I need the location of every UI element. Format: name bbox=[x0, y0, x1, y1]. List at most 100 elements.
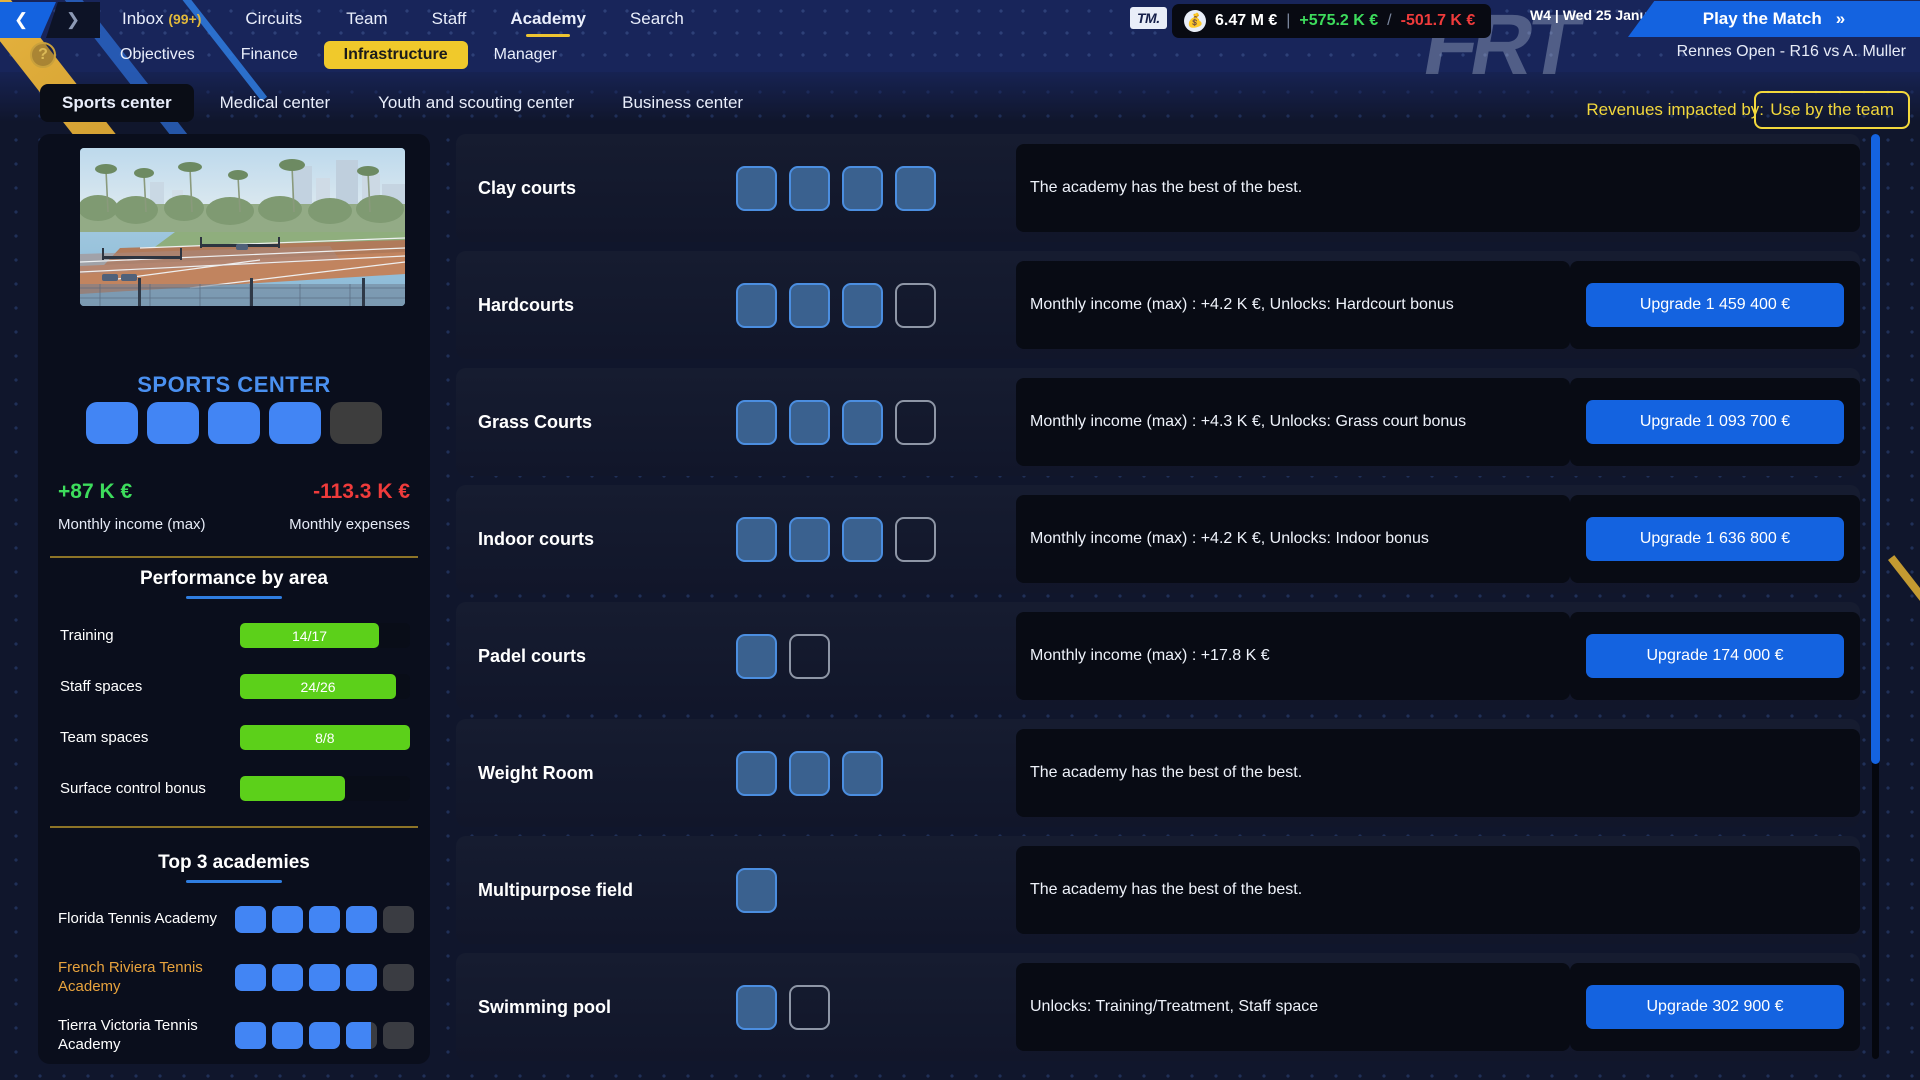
rating-star bbox=[309, 963, 340, 991]
facility-row-grass-courts[interactable]: Grass Courts Monthly income (max) : +4.3… bbox=[456, 368, 1860, 476]
expenses-column: -113.3 K € Monthly expenses bbox=[289, 480, 410, 533]
forward-button[interactable]: ❯ bbox=[46, 2, 100, 38]
nav-item-team[interactable]: Team bbox=[324, 1, 410, 37]
finance-summary[interactable]: 💰 6.47 M € | +575.2 K € / -501.7 K € bbox=[1172, 4, 1492, 38]
upgrade-button[interactable]: Upgrade 1 636 800 € bbox=[1586, 517, 1844, 561]
level-pip-filled bbox=[842, 516, 883, 562]
facility-name: Clay courts bbox=[478, 177, 577, 198]
facility-action: Upgrade 302 900 € bbox=[1570, 963, 1860, 1051]
rating-star bbox=[235, 905, 266, 933]
facility-row-multipurpose-field[interactable]: Multipurpose field The academy has the b… bbox=[456, 836, 1860, 944]
facility-description: Monthly income (max) : +17.8 K € bbox=[1016, 612, 1570, 700]
nav-item-staff[interactable]: Staff bbox=[410, 1, 489, 37]
tab-medical-center[interactable]: Medical center bbox=[198, 84, 353, 122]
performance-row: Surface control bonus bbox=[60, 763, 410, 814]
nav-item-inbox[interactable]: Inbox (99+) bbox=[100, 1, 223, 37]
academy-name: Florida Tennis Academy bbox=[58, 910, 217, 928]
facility-level-pips bbox=[736, 633, 1016, 679]
facility-level-pips bbox=[736, 282, 1016, 328]
nav-item-label: Circuits bbox=[245, 9, 303, 28]
rating-star bbox=[346, 905, 377, 933]
next-match-info: Rennes Open - R16 vs A. Muller bbox=[1676, 43, 1906, 60]
facility-row-indoor-courts[interactable]: Indoor courts Monthly income (max) : +4.… bbox=[456, 485, 1860, 593]
tab-business-center[interactable]: Business center bbox=[600, 84, 765, 122]
facility-level-pips bbox=[736, 516, 1016, 562]
upgrade-button[interactable]: Upgrade 174 000 € bbox=[1586, 634, 1844, 678]
facility-name: Multipurpose field bbox=[478, 879, 633, 900]
section-underline bbox=[186, 880, 282, 883]
list-item[interactable]: Tierra Victoria Tennis Academy bbox=[58, 1006, 414, 1064]
subnav-item-objectives[interactable]: Objectives bbox=[100, 41, 215, 69]
help-icon[interactable]: ? bbox=[30, 42, 56, 68]
facility-name: Padel courts bbox=[478, 645, 587, 666]
facility-list: Clay courts The academy has the best of … bbox=[456, 134, 1860, 1064]
list-item[interactable]: French Riviera Tennis Academy bbox=[58, 948, 414, 1006]
tm-logo: TM. bbox=[1130, 7, 1167, 29]
income-value: +87 K € bbox=[58, 480, 133, 503]
nav-item-label: Staff bbox=[431, 9, 467, 28]
performance-track: 8/8 bbox=[239, 725, 410, 750]
sports-center-photo bbox=[80, 148, 405, 306]
list-item[interactable]: Florida Tennis Academy bbox=[58, 890, 414, 948]
level-pip-filled bbox=[789, 282, 830, 328]
upgrade-button[interactable]: Upgrade 302 900 € bbox=[1586, 985, 1844, 1029]
inbox-badge: (99+) bbox=[168, 11, 202, 27]
tab-sports-center[interactable]: Sports center bbox=[40, 84, 194, 122]
revenues-impacted-chip[interactable]: Use by the team bbox=[1754, 91, 1910, 129]
facility-row-weight-room[interactable]: Weight Room The academy has the best of … bbox=[456, 719, 1860, 827]
facility-row-padel-courts[interactable]: Padel courts Monthly income (max) : +17.… bbox=[456, 602, 1860, 710]
facility-row-hardcourts[interactable]: Hardcourts Monthly income (max) : +4.2 K… bbox=[456, 251, 1860, 359]
performance-fill bbox=[239, 776, 346, 801]
facility-row-clay-courts[interactable]: Clay courts The academy has the best of … bbox=[456, 134, 1860, 242]
top3-list: Florida Tennis Academy French Riviera Te… bbox=[58, 890, 414, 1064]
primary-nav: Inbox (99+) Circuits Team Staff Academy … bbox=[100, 0, 706, 38]
level-pip-filled bbox=[736, 750, 777, 796]
rating-star bbox=[272, 1021, 303, 1049]
scrollbar-thumb[interactable] bbox=[1871, 134, 1880, 764]
back-button[interactable]: ❮ bbox=[0, 2, 56, 38]
level-pip-filled bbox=[842, 399, 883, 445]
monthly-expenses: -501.7 K € bbox=[1400, 12, 1476, 29]
nav-item-label: Academy bbox=[510, 9, 586, 28]
nav-item-circuits[interactable]: Circuits bbox=[223, 1, 324, 37]
level-pip-filled bbox=[736, 165, 777, 211]
performance-title-text: Performance by area bbox=[140, 568, 328, 589]
divider bbox=[50, 556, 418, 558]
rating-star bbox=[309, 1021, 340, 1049]
rating-star bbox=[346, 1021, 377, 1049]
nav-item-search[interactable]: Search bbox=[608, 1, 706, 37]
facility-row-swimming-pool[interactable]: Swimming pool Unlocks: Training/Treatmen… bbox=[456, 953, 1860, 1061]
level-pip-empty bbox=[789, 984, 830, 1030]
upgrade-button[interactable]: Upgrade 1 093 700 € bbox=[1586, 400, 1844, 444]
section-underline bbox=[186, 596, 282, 599]
history-nav: ❮ ❯ bbox=[0, 0, 100, 40]
performance-fill: 8/8 bbox=[239, 725, 410, 750]
expenses-value: -113.3 K € bbox=[313, 480, 410, 503]
sports-center-rating bbox=[38, 402, 430, 444]
rating-star bbox=[383, 1021, 414, 1049]
subnav-item-infrastructure[interactable]: Infrastructure bbox=[323, 41, 468, 69]
level-pip-filled bbox=[895, 165, 936, 211]
level-pip-filled bbox=[842, 750, 883, 796]
facility-action: Upgrade 1 093 700 € bbox=[1570, 378, 1860, 466]
tab-youth-and-scouting-center[interactable]: Youth and scouting center bbox=[356, 84, 596, 122]
level-pip-filled bbox=[789, 516, 830, 562]
facility-level-pips bbox=[736, 399, 1016, 445]
performance-list: Training 14/17 Staff spaces 24/26 Team s… bbox=[60, 610, 410, 814]
monthly-income: +575.2 K € bbox=[1299, 12, 1379, 29]
facility-description: The academy has the best of the best. bbox=[1016, 846, 1860, 934]
subnav-item-finance[interactable]: Finance bbox=[221, 41, 318, 69]
money-bag-icon: 💰 bbox=[1181, 7, 1209, 35]
divider bbox=[50, 826, 418, 828]
facility-description: Monthly income (max) : +4.2 K €, Unlocks… bbox=[1016, 261, 1570, 349]
page-title: SPORTS CENTER bbox=[137, 372, 331, 397]
rating-star bbox=[309, 905, 340, 933]
upgrade-button[interactable]: Upgrade 1 459 400 € bbox=[1586, 283, 1844, 327]
performance-label: Staff spaces bbox=[60, 678, 143, 695]
play-match-button[interactable]: Play the Match » bbox=[1628, 1, 1920, 37]
rating-star bbox=[272, 905, 303, 933]
facility-description: Unlocks: Training/Treatment, Staff space bbox=[1016, 963, 1570, 1051]
performance-track: 14/17 bbox=[239, 623, 410, 648]
subnav-item-manager[interactable]: Manager bbox=[474, 41, 577, 69]
nav-item-academy[interactable]: Academy bbox=[488, 1, 608, 37]
